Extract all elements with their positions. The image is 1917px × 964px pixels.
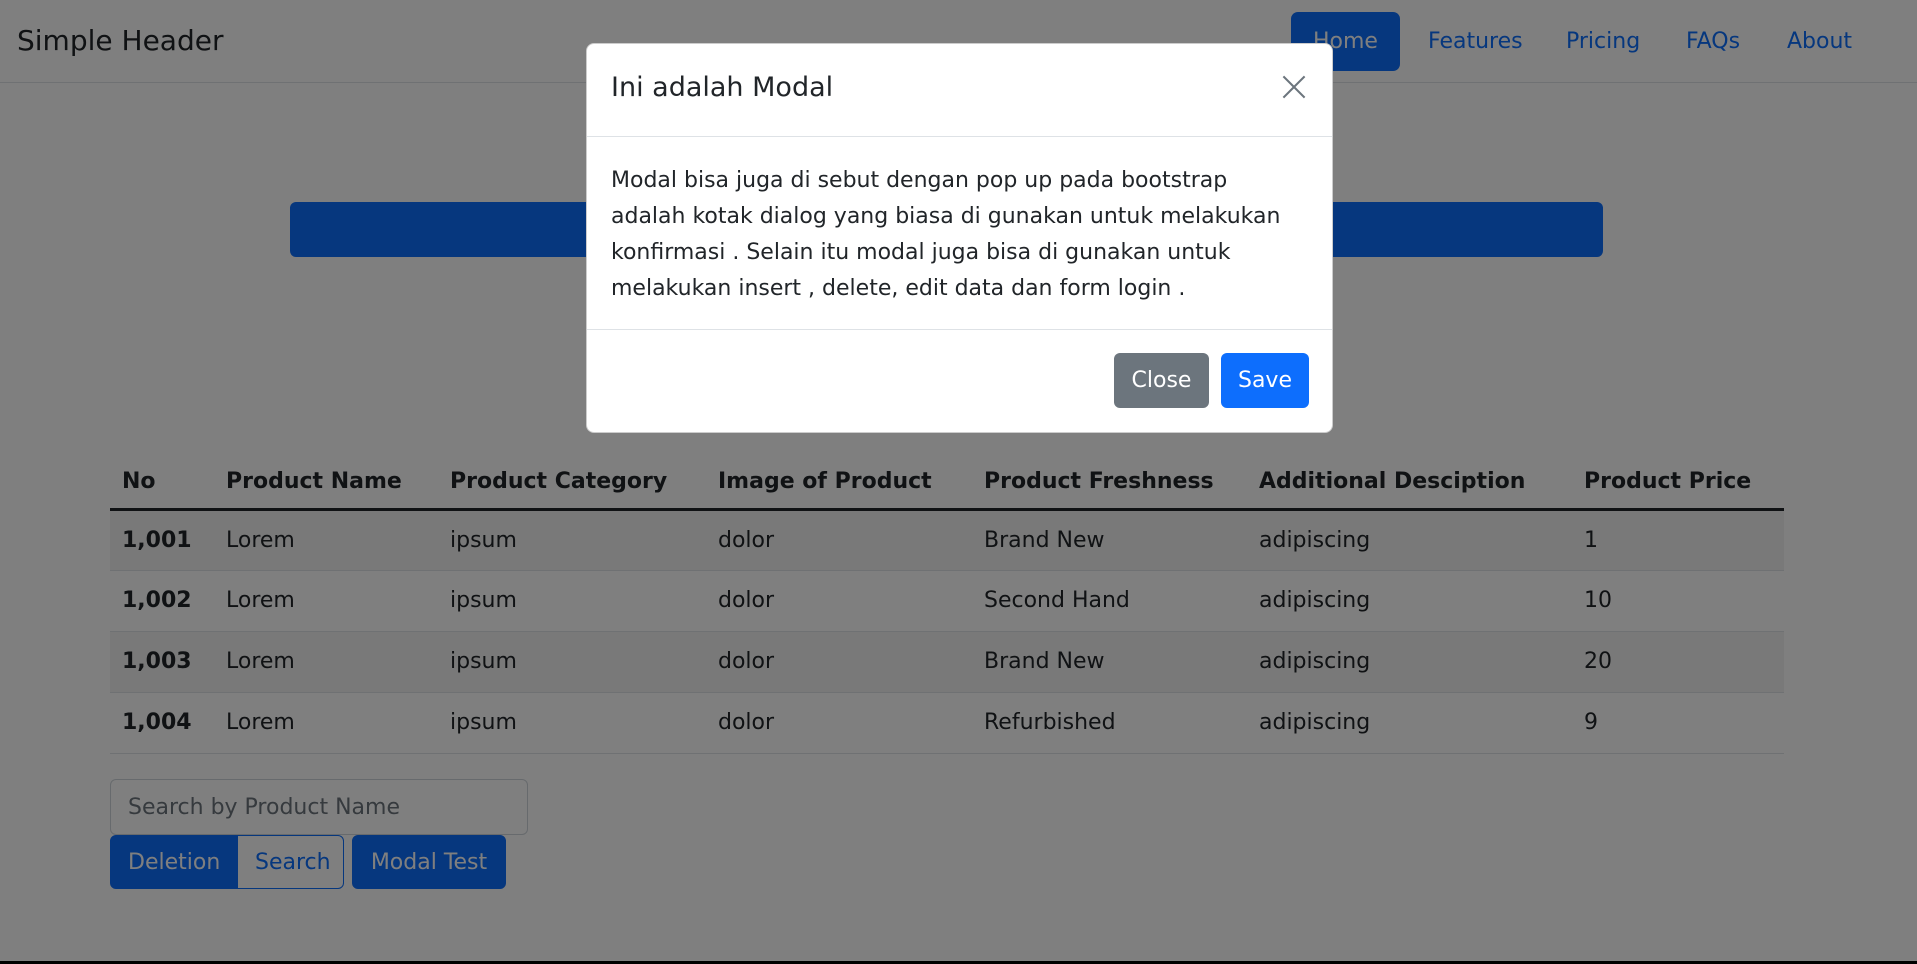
modal-header: Ini adalah Modal [587,44,1332,137]
close-icon[interactable] [1276,68,1312,104]
modal-close-button[interactable]: Close [1114,353,1209,408]
modal-title: Ini adalah Modal [611,72,834,103]
modal-body: Modal bisa juga di sebut dengan pop up p… [587,137,1332,330]
modal-save-button[interactable]: Save [1221,353,1309,408]
modal-footer: Close Save [587,330,1332,433]
modal-dialog: Ini adalah Modal Modal bisa juga di sebu… [586,43,1333,433]
